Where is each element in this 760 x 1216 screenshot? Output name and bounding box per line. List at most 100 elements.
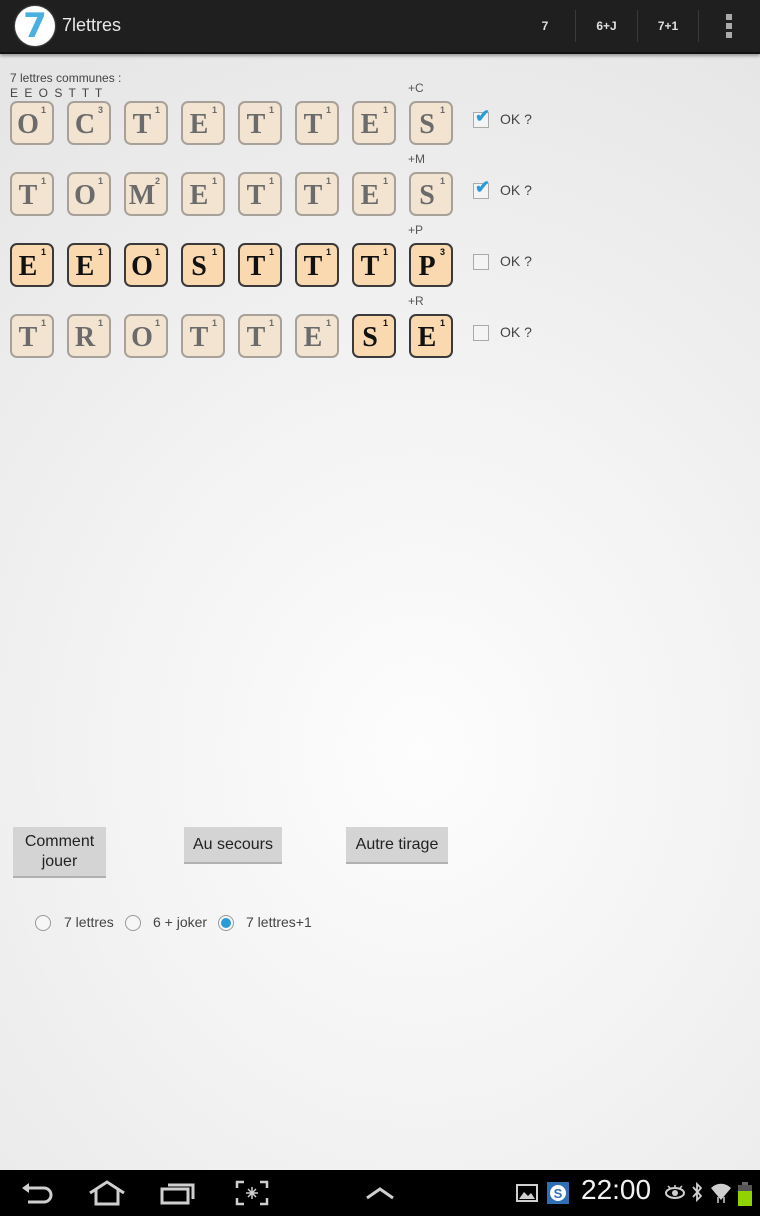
letter-tile[interactable]: E1 xyxy=(352,101,396,145)
radio-6-joker[interactable] xyxy=(125,915,141,931)
ok-label: OK ? xyxy=(500,253,532,269)
letter-tile[interactable]: O1 xyxy=(10,101,54,145)
app-logo-glyph: 7 xyxy=(23,6,47,46)
mode-7plus1-button[interactable]: 7+1 xyxy=(638,0,698,52)
letter-tile[interactable]: O1 xyxy=(67,172,111,216)
gallery-icon[interactable] xyxy=(516,1184,538,1202)
battery-icon xyxy=(738,1182,752,1206)
word-row: T 1 O 1 M 2 E 1 T 1 T 1 E 1 S 1 +M ✔ OK ? xyxy=(0,152,760,232)
new-draw-button[interactable]: Autre tirage xyxy=(346,827,448,864)
overflow-menu-icon[interactable] xyxy=(724,14,734,38)
tile-value: 1 xyxy=(154,318,160,328)
letter-tile[interactable]: T1 xyxy=(10,172,54,216)
tile-value: 1 xyxy=(325,318,331,328)
radio-label: 6 + joker xyxy=(153,914,208,930)
ok-checkbox[interactable] xyxy=(473,325,489,341)
letter-tile[interactable]: S1 xyxy=(352,314,396,358)
tile-value: 1 xyxy=(97,176,103,186)
tile-value: 1 xyxy=(382,247,388,257)
tile-value: 1 xyxy=(439,176,445,186)
letter-tile[interactable]: P3 xyxy=(409,243,453,287)
letter-tile[interactable]: T1 xyxy=(238,314,282,358)
extra-letter-label: +P xyxy=(408,223,424,237)
tile-value: 2 xyxy=(154,176,160,186)
tile-value: 1 xyxy=(211,247,217,257)
letter-tile[interactable]: C3 xyxy=(67,101,111,145)
letter-tile[interactable]: T1 xyxy=(10,314,54,358)
how-to-play-button[interactable]: Comment jouer xyxy=(13,827,106,878)
tile-value: 1 xyxy=(382,176,388,186)
skype-icon[interactable]: S xyxy=(547,1182,569,1204)
tile-letter: T xyxy=(18,180,38,211)
system-nav-bar: S 22:00 xyxy=(0,1170,760,1216)
letter-tile[interactable]: E1 xyxy=(352,172,396,216)
mode-6j-button[interactable]: 6+J xyxy=(576,0,637,52)
tile-letter: O xyxy=(131,251,153,282)
tile-letter: M xyxy=(128,180,156,211)
tile-value: 1 xyxy=(439,318,445,328)
tile-value: 1 xyxy=(211,176,217,186)
letter-tile[interactable]: O1 xyxy=(124,243,168,287)
tile-value: 1 xyxy=(325,105,331,115)
ok-checkbox[interactable] xyxy=(473,254,489,270)
tile-value: 1 xyxy=(40,105,46,115)
tile-letter: E xyxy=(360,180,380,211)
divider xyxy=(698,10,699,42)
ok-label: OK ? xyxy=(500,111,532,127)
radio-7-lettres[interactable] xyxy=(35,915,51,931)
tile-letter: T xyxy=(303,180,323,211)
tile-letter: T xyxy=(360,251,380,282)
wifi-icon xyxy=(711,1183,731,1203)
letter-tile[interactable]: T1 xyxy=(124,101,168,145)
letter-tile[interactable]: T1 xyxy=(295,172,339,216)
letter-tile[interactable]: R1 xyxy=(67,314,111,358)
radio-7-lettres-plus-1[interactable] xyxy=(218,915,234,931)
letter-tile[interactable]: E1 xyxy=(67,243,111,287)
letter-tile[interactable]: M2 xyxy=(124,172,168,216)
tile-letter: O xyxy=(74,180,96,211)
help-button[interactable]: Au secours xyxy=(184,827,282,864)
letter-tile[interactable]: T1 xyxy=(295,101,339,145)
tile-value: 3 xyxy=(97,105,103,115)
common-letters: E E O S T T T xyxy=(10,86,104,100)
tile-value: 1 xyxy=(97,247,103,257)
letter-tile[interactable]: E1 xyxy=(181,172,225,216)
letter-tile[interactable]: E1 xyxy=(10,243,54,287)
tile-value: 1 xyxy=(40,318,46,328)
letter-tile[interactable]: S1 xyxy=(181,243,225,287)
letter-tile[interactable]: S1 xyxy=(409,101,453,145)
letter-tile[interactable]: T1 xyxy=(238,101,282,145)
ok-checkbox[interactable]: ✔ xyxy=(473,107,490,128)
bluetooth-icon xyxy=(692,1181,703,1203)
app-logo-icon[interactable]: 7 xyxy=(15,6,55,46)
recent-apps-icon[interactable] xyxy=(160,1180,196,1206)
letter-tile[interactable]: T1 xyxy=(352,243,396,287)
letter-tile[interactable]: T1 xyxy=(295,243,339,287)
tile-value: 1 xyxy=(154,105,160,115)
tile-letter: T xyxy=(303,109,323,140)
tile-letter: E xyxy=(189,109,209,140)
home-icon[interactable] xyxy=(88,1180,126,1206)
letter-tile[interactable]: O1 xyxy=(124,314,168,358)
checkmark-icon: ✔ xyxy=(475,177,491,197)
up-arrow-icon[interactable] xyxy=(365,1186,395,1200)
letter-tile[interactable]: E1 xyxy=(409,314,453,358)
ok-checkbox[interactable]: ✔ xyxy=(473,178,490,199)
checkmark-icon: ✔ xyxy=(475,106,491,126)
letter-tile[interactable]: E1 xyxy=(295,314,339,358)
letter-tile[interactable]: T1 xyxy=(181,314,225,358)
screenshot-icon[interactable] xyxy=(235,1180,269,1206)
tile-letter: T xyxy=(246,322,266,353)
tile-letter: S xyxy=(191,251,207,282)
extra-letter-label: +M xyxy=(408,152,426,166)
letter-tile[interactable]: S1 xyxy=(409,172,453,216)
back-icon[interactable] xyxy=(20,1182,54,1204)
word-row: T 1 R 1 O 1 T 1 T 1 E 1 S 1 E 1 +R OK ? xyxy=(0,294,760,374)
tile-value: 1 xyxy=(325,247,331,257)
letter-tile[interactable]: T1 xyxy=(238,172,282,216)
mode-7-button[interactable]: 7 xyxy=(515,0,575,52)
eye-icon xyxy=(665,1185,685,1199)
letter-tile[interactable]: T1 xyxy=(238,243,282,287)
letter-tile[interactable]: E1 xyxy=(181,101,225,145)
action-bar: 7 7lettres 7 6+J 7+1 xyxy=(0,0,760,54)
